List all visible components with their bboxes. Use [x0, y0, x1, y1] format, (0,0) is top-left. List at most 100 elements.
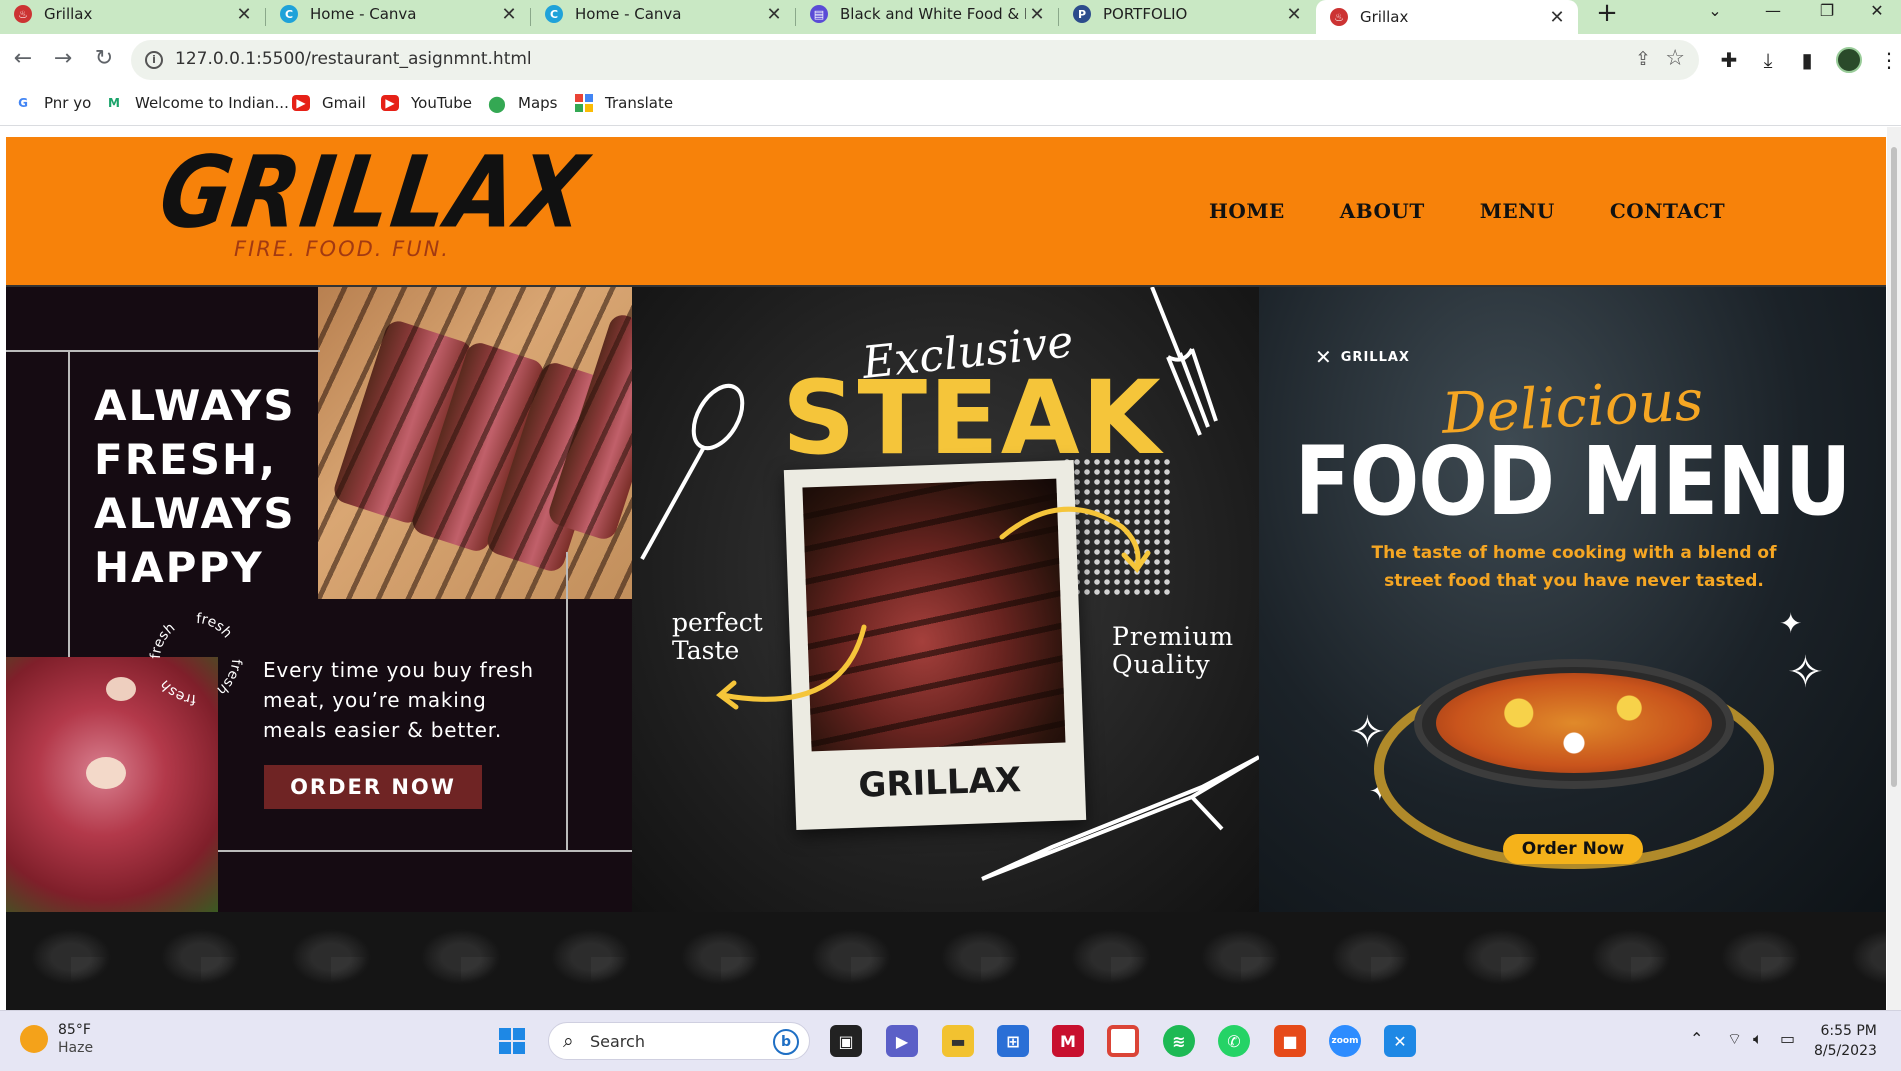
weather-widget[interactable]: 85°F Haze [20, 1021, 93, 1057]
bookmark-youtube[interactable]: ▶ YouTube [381, 94, 472, 112]
maps-pin-icon: ⬤ [488, 93, 506, 113]
close-window-button[interactable]: ✕ [1850, 0, 1901, 28]
file-manager-icon[interactable]: ▣ [830, 1025, 862, 1057]
premium-quality-note: Premium Quality [1112, 623, 1234, 679]
tab-title: Grillax [44, 5, 93, 23]
headline-line: ALWAYS [94, 489, 296, 538]
address-bar[interactable]: i 127.0.0.1:5500/restaurant_asignmnt.htm… [131, 40, 1699, 80]
tab-search-chevron-icon[interactable]: ⌄ [1688, 0, 1742, 28]
tab-canva-1[interactable]: C Home - Canva ✕ [266, 0, 530, 28]
teams-icon[interactable]: ▶ [886, 1025, 918, 1057]
volume-icon[interactable]: 🔈︎ [1753, 1029, 1763, 1049]
close-icon[interactable]: ✕ [1546, 7, 1568, 28]
bing-icon[interactable]: b [773, 1029, 799, 1055]
fresh-description: Every time you buy fresh meat, you’re ma… [263, 655, 563, 745]
food-menu-title: FOOD MENU [1294, 427, 1852, 538]
tab-canva-2[interactable]: C Home - Canva ✕ [531, 0, 795, 28]
order-now-pill-button[interactable]: Order Now [1503, 834, 1643, 864]
tab-grillax-active[interactable]: ♨ Grillax ✕ [1316, 0, 1578, 34]
food-menu-panel: ✕ GRILLAX Delicious FOOD MENU The taste … [1259, 287, 1886, 912]
note-line: perfect [672, 608, 763, 637]
minimize-button[interactable]: — [1746, 0, 1800, 28]
download-icon[interactable]: ⤓ [1755, 47, 1781, 73]
search-icon: ⌕ [563, 1030, 574, 1052]
close-icon[interactable]: ✕ [1026, 4, 1048, 25]
battery-icon[interactable]: ▭ [1780, 1029, 1795, 1048]
spoon-icon [640, 383, 745, 560]
exclusive-steak-panel: STEAK Exclusive GRILLAX perfect Taste Pr… [632, 287, 1259, 912]
share-icon[interactable]: ⇪ [1635, 48, 1651, 70]
site-header: GRILLAX FIRE. FOOD. FUN. HOME ABOUT MENU… [6, 136, 1886, 287]
nav-contact[interactable]: CONTACT [1610, 199, 1725, 223]
close-icon[interactable]: ✕ [763, 4, 785, 25]
search-placeholder: Search [590, 1032, 645, 1051]
google-icon: G [18, 96, 28, 110]
tab-title: Grillax [1360, 8, 1409, 26]
bookmark-star-icon[interactable]: ☆ [1665, 46, 1685, 71]
profile-avatar[interactable] [1836, 47, 1862, 73]
bookmark-indian[interactable]: M Welcome to Indian... [105, 94, 289, 112]
close-icon[interactable]: ✕ [1283, 4, 1305, 25]
camera-icon[interactable]: ■ [1274, 1025, 1306, 1057]
nav-home[interactable]: HOME [1209, 199, 1285, 223]
headline-line: FRESH, [94, 435, 278, 484]
tab-grillax-1[interactable]: ♨ Grillax ✕ [0, 0, 265, 28]
forward-icon[interactable]: → [49, 46, 77, 74]
extensions-icon[interactable]: ✚ [1716, 47, 1742, 73]
close-icon[interactable]: ✕ [498, 4, 520, 25]
sliced-steak-image [318, 287, 632, 599]
more-menu-icon[interactable]: ⋮ [1876, 47, 1901, 73]
tab-title: Home - Canva [575, 5, 682, 23]
close-icon[interactable]: ✕ [233, 4, 255, 25]
page-scrollbar[interactable] [1887, 127, 1901, 1010]
site-info-icon[interactable]: i [145, 51, 163, 69]
spotify-icon[interactable]: ≋ [1163, 1025, 1195, 1057]
tab-portfolio[interactable]: P PORTFOLIO ✕ [1059, 0, 1315, 28]
scrollbar-thumb[interactable] [1891, 147, 1897, 787]
sparkle-icon: ✦ [1779, 607, 1803, 640]
tab-title: Home - Canva [310, 5, 417, 23]
tab-black-white-food[interactable]: ▤ Black and White Food & Be ✕ [796, 0, 1058, 28]
translate-icon [575, 94, 593, 112]
bookmark-maps[interactable]: ⬤ Maps [488, 93, 557, 113]
svg-text:fresh: fresh [214, 659, 244, 698]
chrome-icon[interactable] [1107, 1025, 1139, 1057]
taskbar: 85°F Haze ⌕ Search b ▣ ▶ ▬ ⊞ M ≋ ✆ ■ zoo… [0, 1010, 1901, 1071]
svg-text:fresh: fresh [157, 677, 196, 707]
grill-icon: ♨ [14, 5, 32, 23]
tray-chevron-icon[interactable]: ⌃ [1690, 1029, 1703, 1048]
whatsapp-icon[interactable]: ✆ [1218, 1025, 1250, 1057]
food-menu-tagline: The taste of home cooking with a blend o… [1371, 543, 1777, 591]
site-logo[interactable]: GRILLAX FIRE. FOOD. FUN. [153, 136, 594, 262]
nav-about[interactable]: ABOUT [1340, 199, 1425, 223]
haze-sun-icon [20, 1025, 48, 1053]
restore-button[interactable]: ❐ [1800, 0, 1854, 28]
weather-temp: 85°F [58, 1022, 91, 1038]
steak-polaroid: GRILLAX [783, 460, 1087, 830]
store-icon[interactable]: ⊞ [997, 1025, 1029, 1057]
new-tab-button[interactable]: + [1590, 0, 1624, 28]
fresh-meat-panel: ALWAYS FRESH, ALWAYS HAPPY fresh fresh f… [6, 287, 632, 912]
mcafee-icon[interactable]: M [1052, 1025, 1084, 1057]
nav-menu[interactable]: MENU [1480, 199, 1555, 223]
windows-start-icon[interactable] [496, 1025, 528, 1057]
system-clock[interactable]: 6:55 PM 8/5/2023 [1814, 1021, 1877, 1061]
side-panel-icon[interactable]: ▮ [1794, 47, 1820, 73]
order-now-button[interactable]: ORDER NOW [264, 765, 482, 809]
reload-icon[interactable]: ↻ [90, 46, 118, 74]
bookmark-translate[interactable]: Translate [575, 94, 673, 112]
zoom-icon[interactable]: zoom [1329, 1025, 1361, 1057]
url-text[interactable]: 127.0.0.1:5500/restaurant_asignmnt.html [175, 49, 532, 69]
bookmark-pnr[interactable]: G Pnr yo [14, 94, 91, 112]
explorer-icon[interactable]: ▬ [942, 1025, 974, 1057]
grilled-steak-photo [802, 478, 1066, 752]
wifi-icon[interactable]: ⌔ [1727, 1029, 1742, 1049]
back-icon[interactable]: ← [9, 46, 37, 74]
vscode-icon[interactable]: ✕ [1384, 1025, 1416, 1057]
taskbar-search[interactable]: ⌕ Search b [548, 1022, 810, 1060]
brand-text: GRILLAX [1340, 349, 1410, 365]
bookmark-label: Welcome to Indian... [135, 94, 289, 112]
clock-date: 8/5/2023 [1814, 1043, 1877, 1059]
damask-pattern-section [6, 912, 1886, 1010]
bookmark-gmail[interactable]: ▶ Gmail [292, 94, 366, 112]
